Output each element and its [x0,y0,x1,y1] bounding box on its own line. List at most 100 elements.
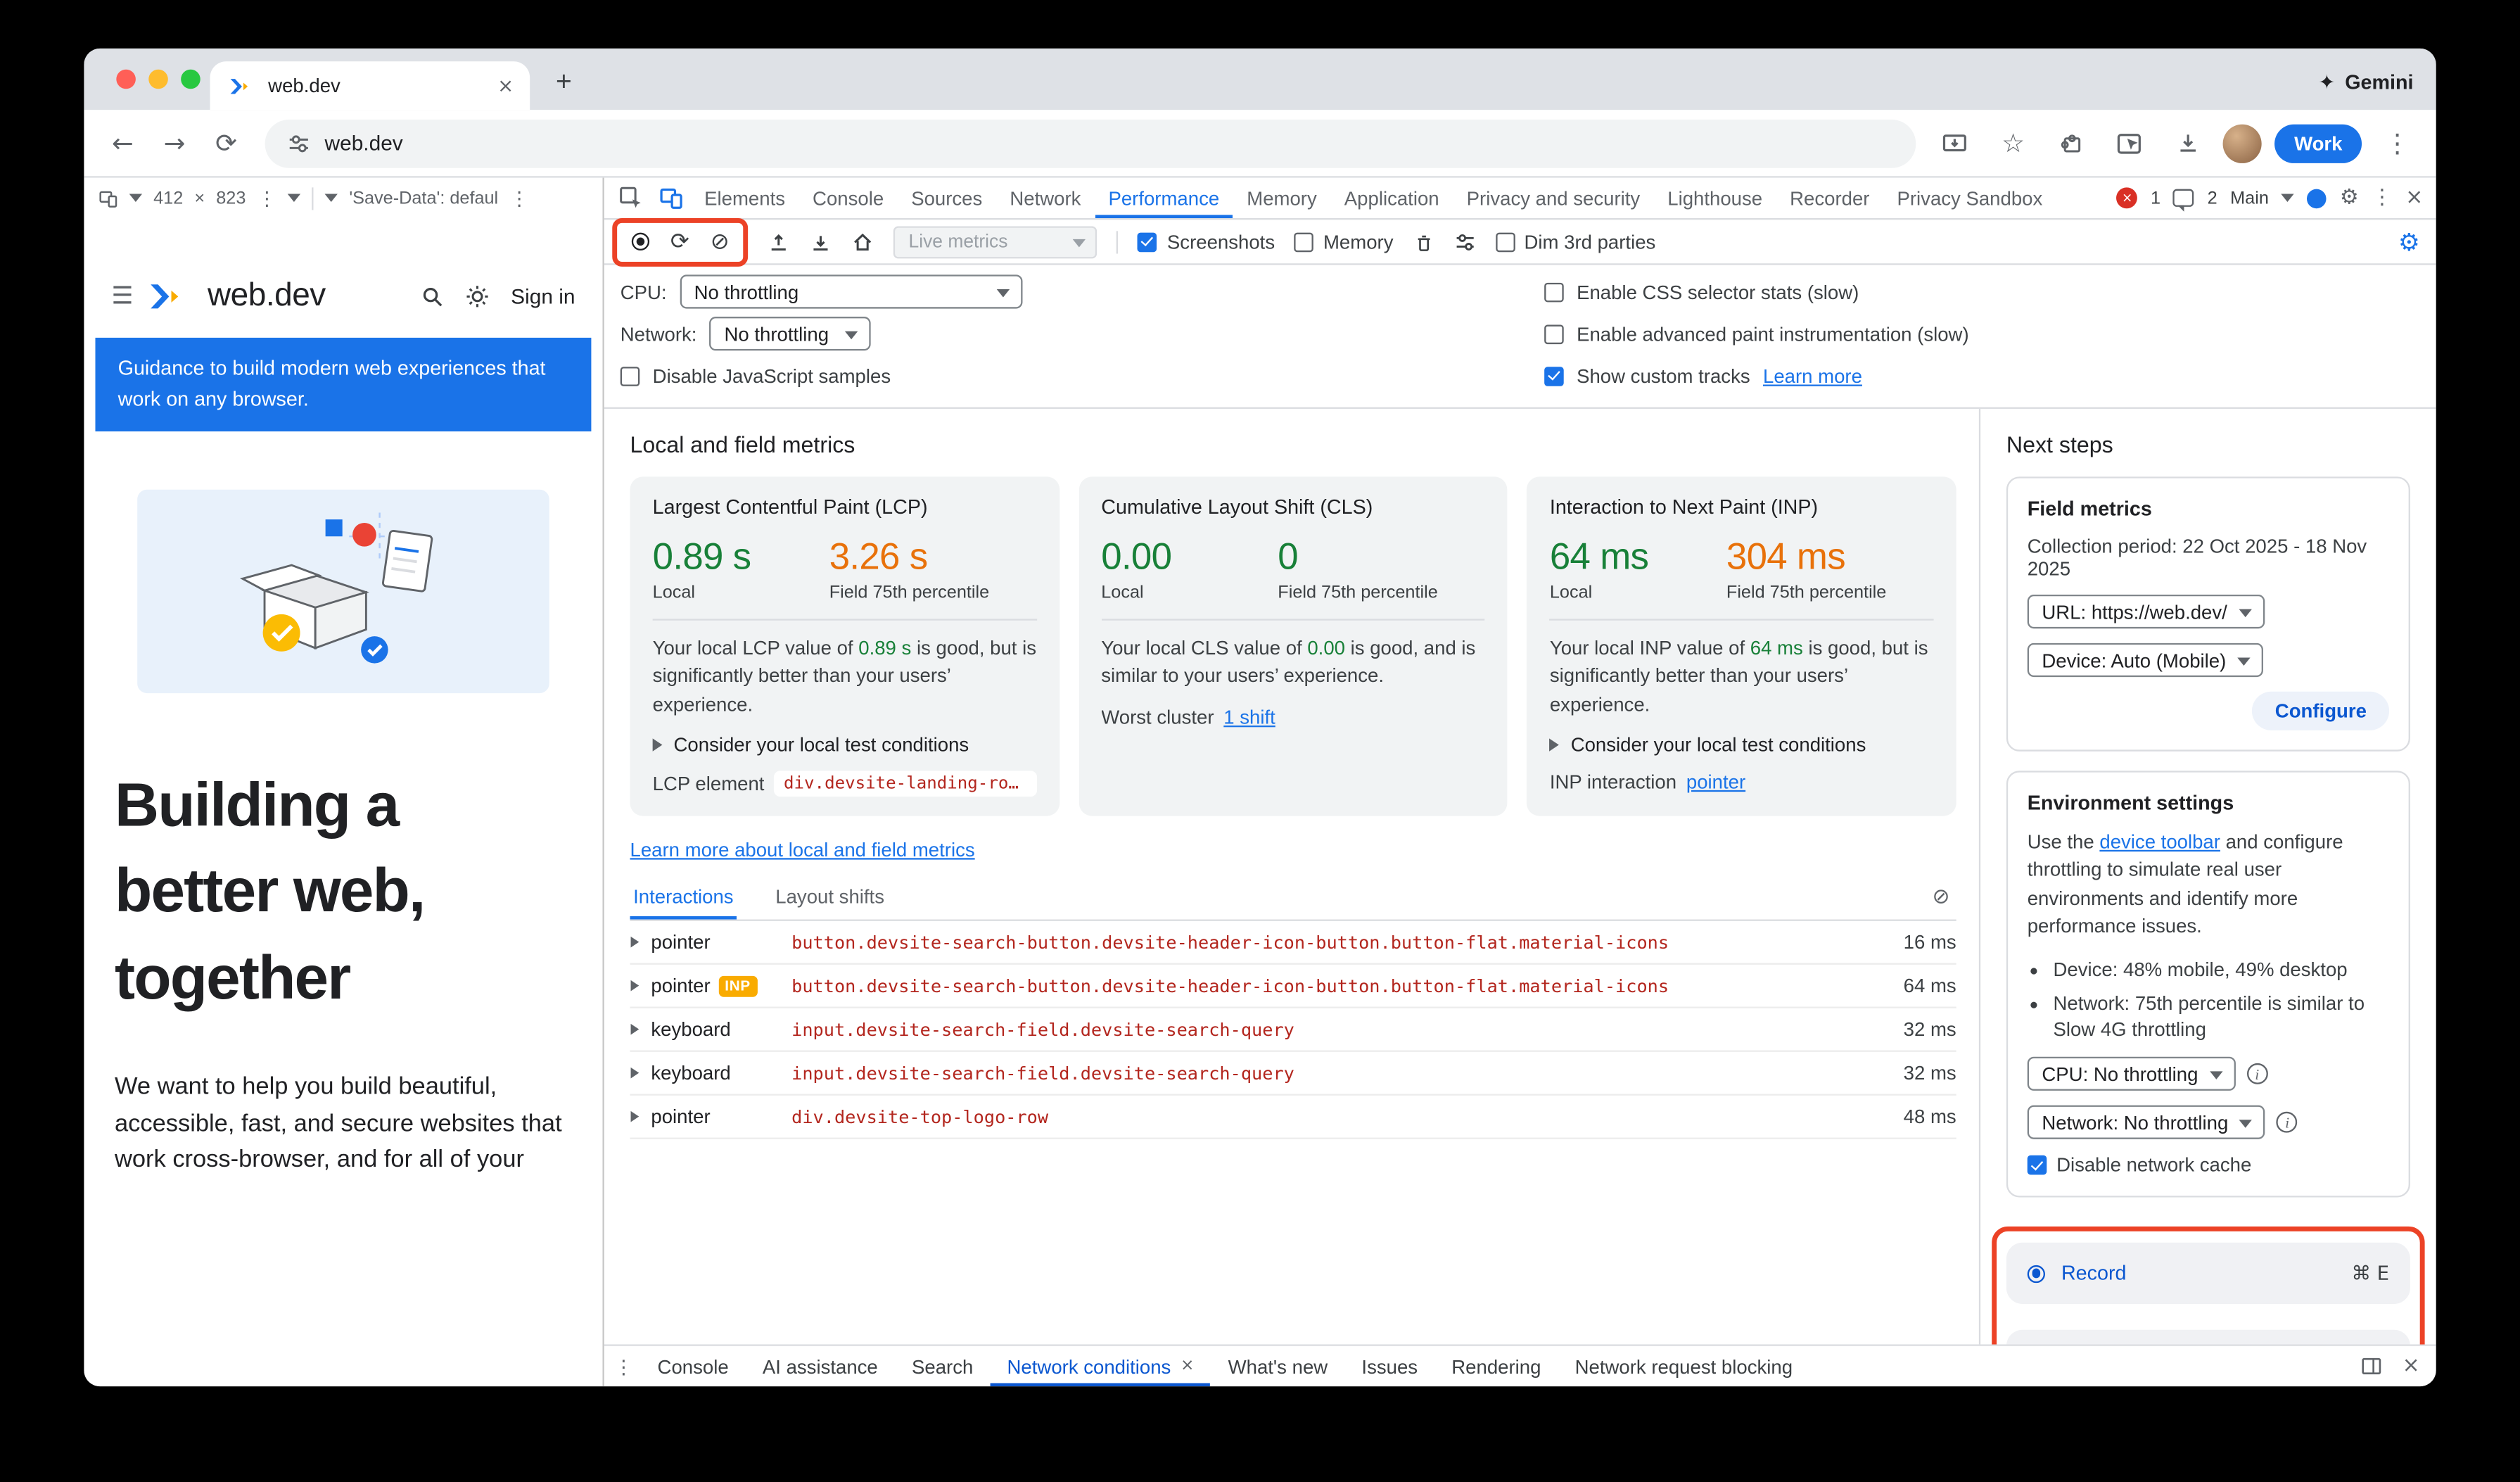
interaction-row[interactable]: pointerINP button.devsite-search-button.… [630,965,1956,1008]
forward-button[interactable]: → [152,120,197,165]
network-info-icon[interactable]: i [2277,1112,2298,1133]
lcp-element-link[interactable]: div.devsite-landing-row-ite… [774,771,1036,797]
viewport-height[interactable]: 823 [216,189,246,208]
drawer-menu-icon[interactable]: ⋮ [614,1355,634,1377]
drawer-tab-whats-new[interactable]: What's new [1212,1346,1344,1386]
device-toolbar-link[interactable]: device toolbar [2099,830,2220,853]
clear-icon[interactable]: ⊘ [711,229,730,255]
network-throttling-select[interactable]: No throttling [710,317,872,350]
viewport-width[interactable]: 412 [153,189,183,208]
dim-3rd-parties-checkbox[interactable] [1495,232,1515,252]
disable-cache-row[interactable]: Disable network cache [2028,1154,2389,1177]
record-icon[interactable] [632,233,649,251]
interaction-row[interactable]: pointer button.devsite-search-button.dev… [630,921,1956,965]
drawer-tab-network-conditions[interactable]: Network conditions × [991,1346,1211,1386]
row-expand-caret-icon[interactable] [631,937,639,948]
tab-recorder[interactable]: Recorder [1777,178,1883,218]
drawer-tab-ai-assistance[interactable]: AI assistance [746,1346,894,1386]
browser-menu-icon[interactable]: ⋮ [2374,120,2419,165]
close-window-button[interactable] [116,70,136,89]
main-context-selector[interactable]: Main [2230,189,2269,208]
devtools-close-icon[interactable]: × [2405,186,2423,210]
main-caret-icon[interactable] [2282,194,2294,202]
interaction-row[interactable]: keyboard input.devsite-search-field.devs… [630,1052,1956,1096]
disable-js-checkbox[interactable] [621,366,640,386]
tab-sources[interactable]: Sources [898,178,995,218]
row-expand-caret-icon[interactable] [631,1111,639,1122]
profile-avatar[interactable] [2223,124,2262,163]
inspect-element-icon[interactable] [611,182,649,214]
site-settings-icon[interactable] [288,132,310,154]
theme-toggle-icon[interactable] [466,284,490,308]
search-icon[interactable] [421,284,445,308]
device-bar-menu-icon[interactable]: ⋮ [509,186,529,209]
memory-checkbox-row[interactable]: Memory [1294,230,1394,253]
interaction-target[interactable]: button.devsite-search-button.devsite-hea… [791,932,1876,953]
disable-cache-checkbox[interactable] [2028,1155,2047,1175]
interaction-target[interactable]: div.devsite-top-logo-row [791,1106,1876,1127]
metrics-learn-more-link[interactable]: Learn more about local and field metrics [630,839,975,861]
custom-tracks-row[interactable]: Show custom tracks Learn more [1544,359,1968,393]
worst-cluster-link[interactable]: 1 shift [1223,706,1275,728]
performance-settings-icon[interactable]: ⚙ [2398,227,2420,256]
reload-button[interactable]: ⟳ [203,120,248,165]
downloads-icon[interactable] [2165,120,2210,165]
webdev-logo-icon[interactable] [149,282,191,310]
collect-garbage-icon[interactable] [1413,230,1434,253]
close-tab-icon[interactable]: × [497,75,514,97]
dim-3rd-parties-checkbox-row[interactable]: Dim 3rd parties [1495,230,1655,253]
interaction-target[interactable]: input.devsite-search-field.devsite-searc… [791,1019,1876,1040]
cpu-info-icon[interactable]: i [2246,1063,2267,1084]
tab-console[interactable]: Console [800,178,897,218]
split-panel-icon[interactable] [2360,1356,2383,1377]
zoom-window-button[interactable] [181,70,201,89]
new-tab-button[interactable]: + [543,61,585,103]
interaction-row[interactable]: pointer div.devsite-top-logo-row 48 ms [630,1096,1956,1139]
screenshots-checkbox-row[interactable]: Screenshots [1138,230,1275,253]
close-drawer-tab-icon[interactable]: × [1181,1357,1194,1375]
back-button[interactable]: ← [100,120,145,165]
bookmark-star-icon[interactable]: ☆ [1990,120,2035,165]
drawer-tab-rendering[interactable]: Rendering [1435,1346,1557,1386]
error-badge-icon[interactable]: × [2117,187,2138,208]
clear-interactions-icon[interactable]: ⊘ [1932,885,1949,909]
record-and-reload-icon[interactable]: ⟳ [670,229,689,255]
env-network-select[interactable]: Network: No throttling [2028,1106,2265,1139]
install-icon[interactable] [1933,120,1978,165]
save-profile-icon[interactable] [810,230,832,253]
close-drawer-icon[interactable]: × [2403,1354,2420,1378]
row-expand-caret-icon[interactable] [631,980,639,992]
tab-privacy-security[interactable]: Privacy and security [1453,178,1653,218]
address-bar[interactable]: web.dev [265,119,1916,167]
drawer-tab-issues[interactable]: Issues [1345,1346,1434,1386]
view-mode-select[interactable]: Live metrics [894,225,1097,258]
record-and-reload-button[interactable]: ⟳ Record and reload ⌘ ⇧ E [2006,1330,2410,1344]
tab-performance[interactable]: Performance [1095,178,1232,218]
tab-layout-shifts[interactable]: Layout shifts [772,875,888,920]
browser-tab[interactable]: web.dev × [210,61,530,110]
css-stats-row[interactable]: Enable CSS selector stats (slow) [1544,274,1968,308]
issues-bubble-icon[interactable] [2173,189,2194,207]
drawer-tab-network-request-blocking[interactable]: Network request blocking [1559,1346,1809,1386]
record-button[interactable]: Record ⌘ E [2006,1243,2410,1304]
sign-in-button[interactable]: Sign in [511,284,575,308]
cpu-throttling-select[interactable]: No throttling [680,274,1022,308]
hamburger-menu-icon[interactable]: ☰ [111,281,133,310]
save-data-label[interactable]: 'Save-Data': defaul [349,189,498,208]
device-select-caret-icon[interactable] [129,194,142,202]
paint-instrumentation-row[interactable]: Enable advanced paint instrumentation (s… [1544,317,1968,350]
field-url-select[interactable]: URL: https://web.dev/ [2028,595,2265,628]
device-type-icon[interactable] [98,189,118,208]
paint-instrumentation-checkbox[interactable] [1544,324,1564,343]
memory-checkbox[interactable] [1294,232,1314,252]
tab-interactions[interactable]: Interactions [630,875,737,920]
env-cpu-select[interactable]: CPU: No throttling [2028,1057,2236,1091]
zoom-caret-icon[interactable] [288,194,300,202]
screenshots-checkbox[interactable] [1138,232,1158,252]
tab-privacy-sandbox[interactable]: Privacy Sandbox [1884,178,2056,218]
tab-application[interactable]: Application [1331,178,1452,218]
field-device-select[interactable]: Device: Auto (Mobile) [2028,643,2263,677]
inp-interaction-link[interactable]: pointer [1686,771,1745,794]
profile-button[interactable]: Work [2275,124,2362,163]
tab-network[interactable]: Network [997,178,1094,218]
